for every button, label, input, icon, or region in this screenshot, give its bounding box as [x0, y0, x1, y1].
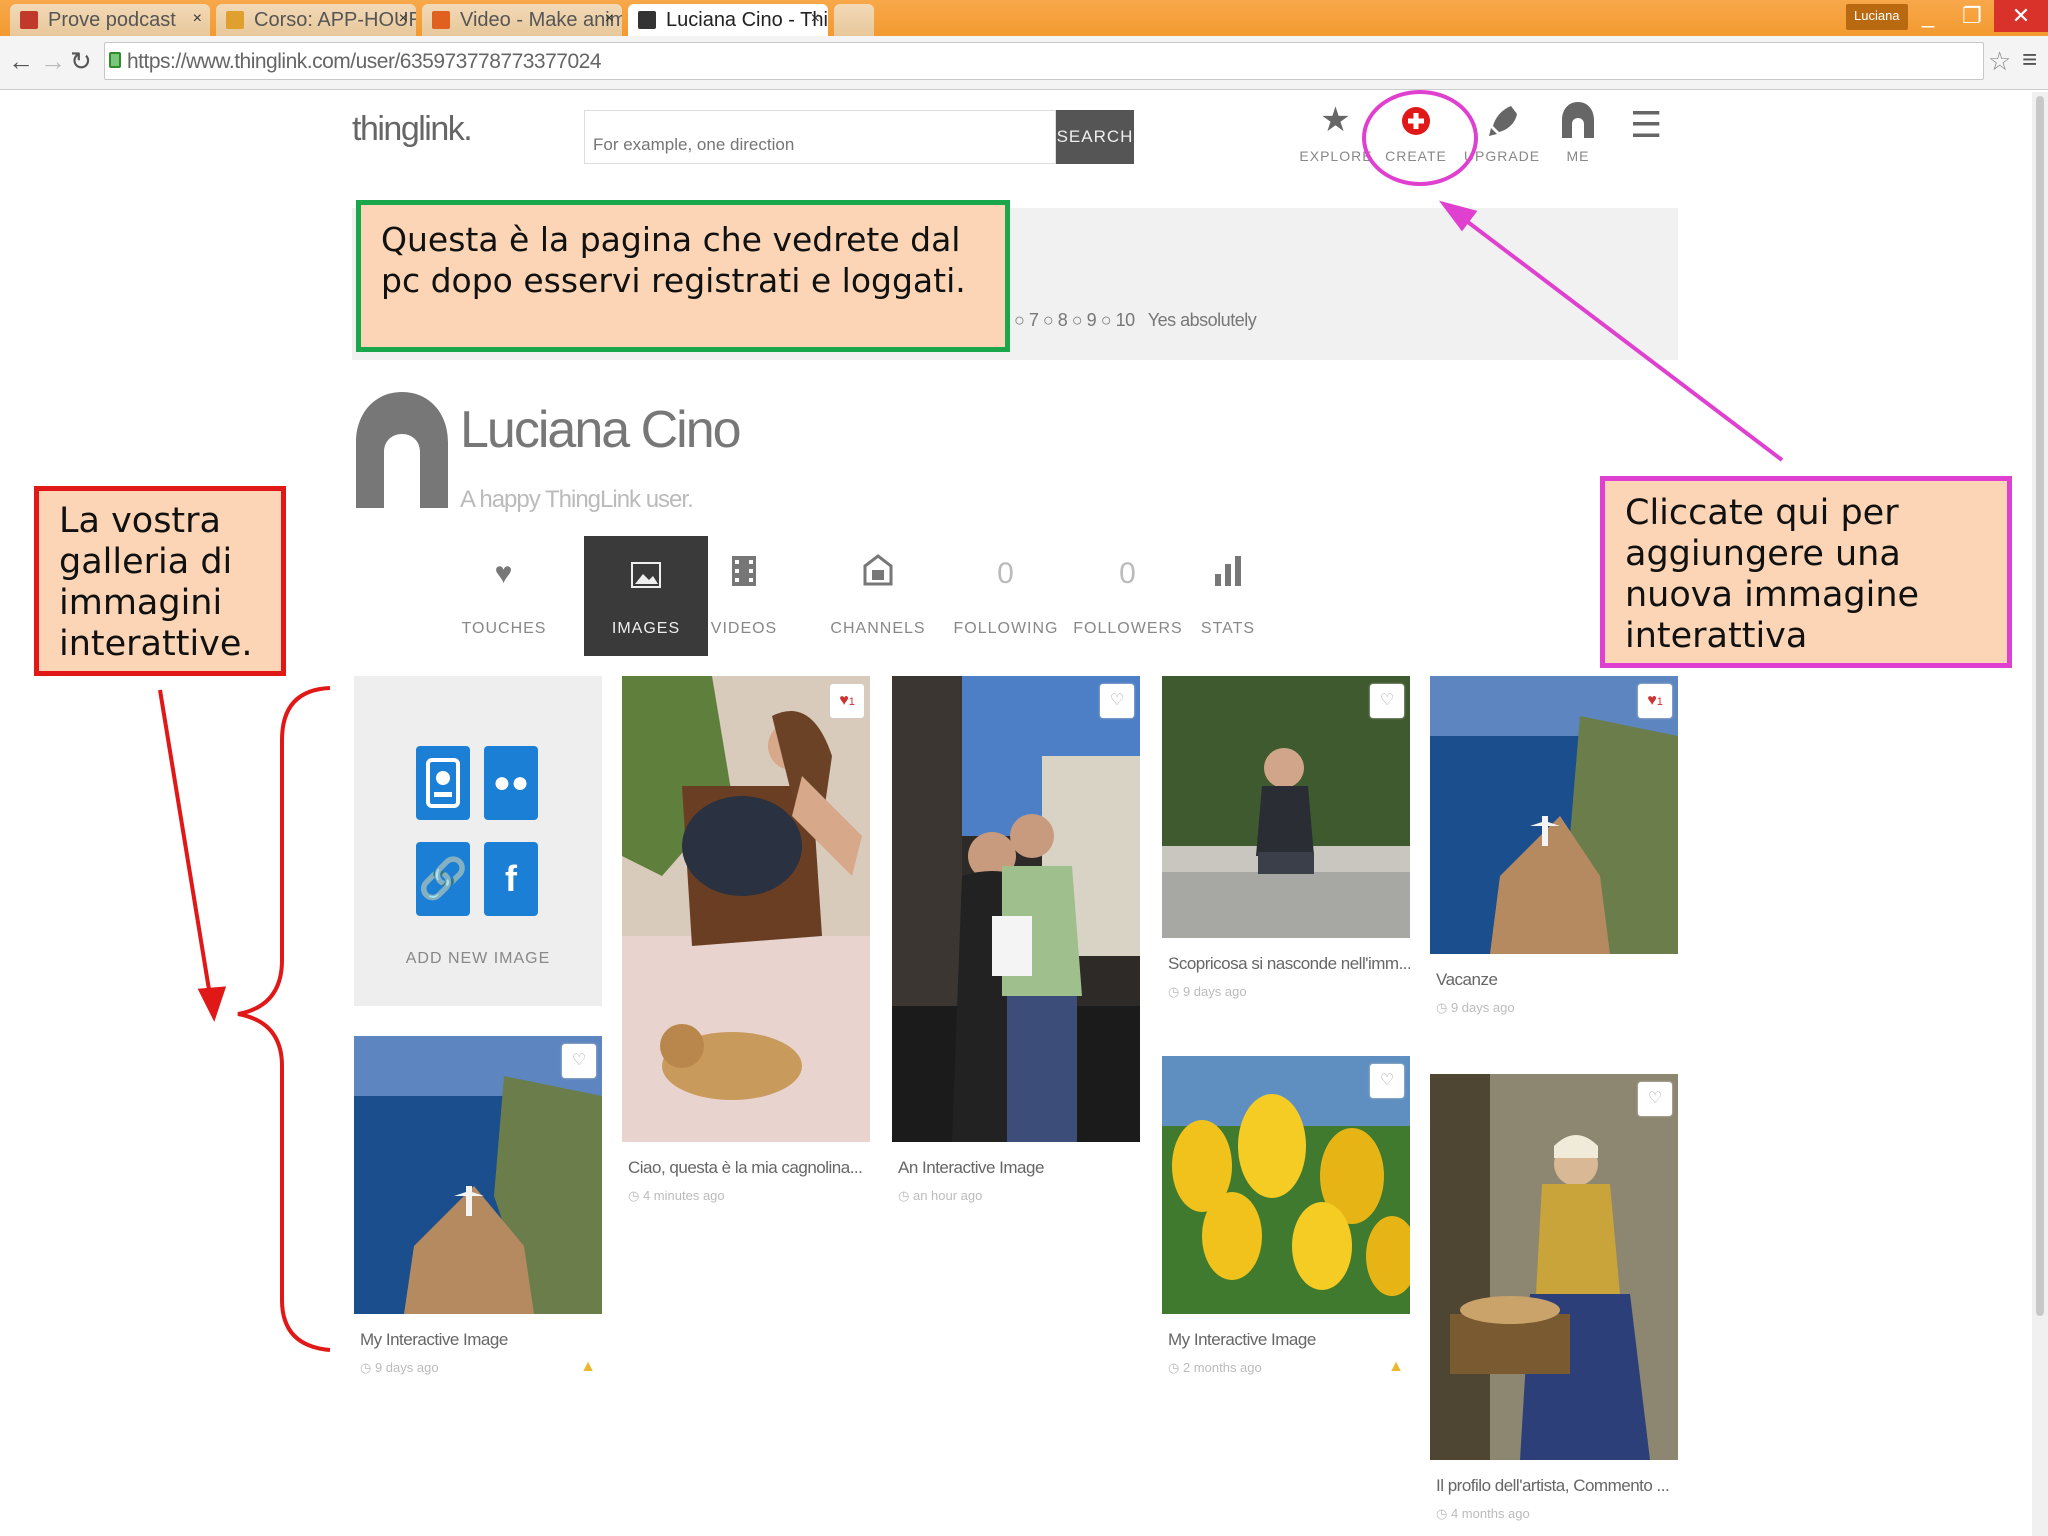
gallery-brace [237, 686, 331, 1352]
red-arrow [158, 689, 227, 1022]
annotation-arrows [158, 200, 1784, 1352]
magenta-arrow [1438, 200, 1784, 462]
